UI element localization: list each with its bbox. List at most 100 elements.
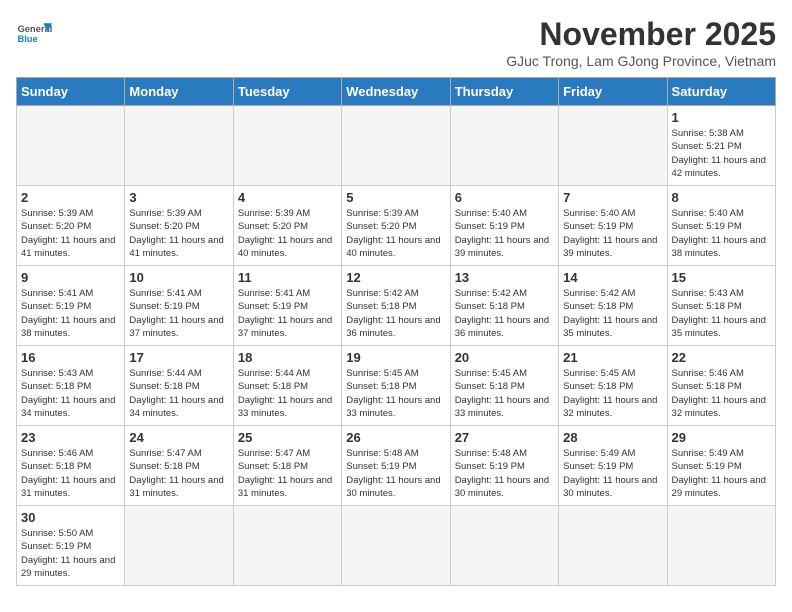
day-cell xyxy=(342,106,450,186)
day-cell: 27 Sunrise: 5:48 AM Sunset: 5:19 PM Dayli… xyxy=(450,426,558,506)
day-cell xyxy=(125,106,233,186)
day-cell: 22Sunrise: 5:46 AM Sunset: 5:18 PM Dayli… xyxy=(667,346,775,426)
day-info: Sunrise: 5:50 AM Sunset: 5:19 PM Dayligh… xyxy=(21,527,120,580)
weekday-header-thursday: Thursday xyxy=(450,78,558,106)
day-info: Sunrise: 5:42 AM Sunset: 5:18 PM Dayligh… xyxy=(563,287,662,340)
day-info: Sunrise: 5:41 AM Sunset: 5:19 PM Dayligh… xyxy=(21,287,120,340)
day-info: Sunrise: 5:45 AM Sunset: 5:18 PM Dayligh… xyxy=(563,367,662,420)
page-header: General Blue November 2025 GJuc Trong, L… xyxy=(16,16,776,69)
day-number: 12 xyxy=(346,270,445,285)
day-cell: 5Sunrise: 5:39 AM Sunset: 5:20 PM Daylig… xyxy=(342,186,450,266)
logo: General Blue xyxy=(16,16,52,52)
day-cell: 9Sunrise: 5:41 AM Sunset: 5:19 PM Daylig… xyxy=(17,266,125,346)
day-cell: 6 Sunrise: 5:40 AM Sunset: 5:19 PM Daylig… xyxy=(450,186,558,266)
title-area: November 2025 GJuc Trong, Lam GJong Prov… xyxy=(506,16,776,69)
day-cell xyxy=(559,106,667,186)
day-info: Sunrise: 5:48 AM Sunset: 5:19 PM Dayligh… xyxy=(455,447,554,500)
day-number: 8 xyxy=(672,190,771,205)
day-cell: 2Sunrise: 5:39 AM Sunset: 5:20 PM Daylig… xyxy=(17,186,125,266)
day-info: Sunrise: 5:46 AM Sunset: 5:18 PM Dayligh… xyxy=(21,447,120,500)
day-number: 27 xyxy=(455,430,554,445)
day-number: 14 xyxy=(563,270,662,285)
day-info: Sunrise: 5:39 AM Sunset: 5:20 PM Dayligh… xyxy=(21,207,120,260)
day-info: Sunrise: 5:39 AM Sunset: 5:20 PM Dayligh… xyxy=(346,207,445,260)
day-cell: 25 Sunrise: 5:47 AM Sunset: 5:18 PM Dayli… xyxy=(233,426,341,506)
day-cell xyxy=(233,506,341,586)
day-cell: 26Sunrise: 5:48 AM Sunset: 5:19 PM Dayli… xyxy=(342,426,450,506)
day-cell: 15Sunrise: 5:43 AM Sunset: 5:18 PM Dayli… xyxy=(667,266,775,346)
day-cell xyxy=(450,506,558,586)
day-info: Sunrise: 5:47 AM Sunset: 5:18 PM Dayligh… xyxy=(238,447,337,500)
day-number: 23 xyxy=(21,430,120,445)
day-info: Sunrise: 5:41 AM Sunset: 5:19 PM Dayligh… xyxy=(238,287,337,340)
day-info: Sunrise: 5:39 AM Sunset: 5:20 PM Dayligh… xyxy=(238,207,337,260)
calendar-table: SundayMondayTuesdayWednesdayThursdayFrid… xyxy=(16,77,776,586)
day-cell xyxy=(17,106,125,186)
day-cell: 24 Sunrise: 5:47 AM Sunset: 5:18 PM Dayli… xyxy=(125,426,233,506)
day-cell: 14 Sunrise: 5:42 AM Sunset: 5:18 PM Dayli… xyxy=(559,266,667,346)
day-cell xyxy=(125,506,233,586)
week-row-3: 9Sunrise: 5:41 AM Sunset: 5:19 PM Daylig… xyxy=(17,266,776,346)
day-number: 30 xyxy=(21,510,120,525)
day-number: 20 xyxy=(455,350,554,365)
day-cell: 28Sunrise: 5:49 AM Sunset: 5:19 PM Dayli… xyxy=(559,426,667,506)
day-cell xyxy=(559,506,667,586)
day-number: 6 xyxy=(455,190,554,205)
day-number: 25 xyxy=(238,430,337,445)
weekday-header-monday: Monday xyxy=(125,78,233,106)
weekday-header-saturday: Saturday xyxy=(667,78,775,106)
day-number: 17 xyxy=(129,350,228,365)
day-number: 19 xyxy=(346,350,445,365)
day-cell xyxy=(667,506,775,586)
day-cell: 19 Sunrise: 5:45 AM Sunset: 5:18 PM Dayli… xyxy=(342,346,450,426)
day-number: 29 xyxy=(672,430,771,445)
week-row-1: 1 Sunrise: 5:38 AM Sunset: 5:21 PM Daylig… xyxy=(17,106,776,186)
day-number: 28 xyxy=(563,430,662,445)
day-info: Sunrise: 5:47 AM Sunset: 5:18 PM Dayligh… xyxy=(129,447,228,500)
day-cell: 12 Sunrise: 5:42 AM Sunset: 5:18 PM Dayli… xyxy=(342,266,450,346)
day-info: Sunrise: 5:46 AM Sunset: 5:18 PM Dayligh… xyxy=(672,367,771,420)
day-cell: 13 Sunrise: 5:42 AM Sunset: 5:18 PM Dayli… xyxy=(450,266,558,346)
day-number: 13 xyxy=(455,270,554,285)
day-number: 11 xyxy=(238,270,337,285)
day-number: 21 xyxy=(563,350,662,365)
day-info: Sunrise: 5:42 AM Sunset: 5:18 PM Dayligh… xyxy=(455,287,554,340)
day-info: Sunrise: 5:43 AM Sunset: 5:18 PM Dayligh… xyxy=(21,367,120,420)
day-number: 10 xyxy=(129,270,228,285)
day-number: 24 xyxy=(129,430,228,445)
day-number: 26 xyxy=(346,430,445,445)
day-info: Sunrise: 5:40 AM Sunset: 5:19 PM Dayligh… xyxy=(672,207,771,260)
month-title: November 2025 xyxy=(506,16,776,53)
day-cell: 30 Sunrise: 5:50 AM Sunset: 5:19 PM Dayli… xyxy=(17,506,125,586)
day-number: 3 xyxy=(129,190,228,205)
day-cell: 11 Sunrise: 5:41 AM Sunset: 5:19 PM Dayli… xyxy=(233,266,341,346)
day-cell: 23 Sunrise: 5:46 AM Sunset: 5:18 PM Dayli… xyxy=(17,426,125,506)
day-cell: 20Sunrise: 5:45 AM Sunset: 5:18 PM Dayli… xyxy=(450,346,558,426)
day-info: Sunrise: 5:44 AM Sunset: 5:18 PM Dayligh… xyxy=(238,367,337,420)
day-info: Sunrise: 5:38 AM Sunset: 5:21 PM Dayligh… xyxy=(672,127,771,180)
day-info: Sunrise: 5:40 AM Sunset: 5:19 PM Dayligh… xyxy=(563,207,662,260)
day-info: Sunrise: 5:49 AM Sunset: 5:19 PM Dayligh… xyxy=(672,447,771,500)
day-cell xyxy=(342,506,450,586)
day-cell: 10 Sunrise: 5:41 AM Sunset: 5:19 PM Dayli… xyxy=(125,266,233,346)
day-info: Sunrise: 5:40 AM Sunset: 5:19 PM Dayligh… xyxy=(455,207,554,260)
week-row-5: 23 Sunrise: 5:46 AM Sunset: 5:18 PM Dayli… xyxy=(17,426,776,506)
day-number: 15 xyxy=(672,270,771,285)
day-number: 16 xyxy=(21,350,120,365)
day-cell: 16 Sunrise: 5:43 AM Sunset: 5:18 PM Dayli… xyxy=(17,346,125,426)
day-cell xyxy=(450,106,558,186)
day-cell: 1 Sunrise: 5:38 AM Sunset: 5:21 PM Daylig… xyxy=(667,106,775,186)
week-row-6: 30 Sunrise: 5:50 AM Sunset: 5:19 PM Dayli… xyxy=(17,506,776,586)
day-cell: 18Sunrise: 5:44 AM Sunset: 5:18 PM Dayli… xyxy=(233,346,341,426)
week-row-2: 2Sunrise: 5:39 AM Sunset: 5:20 PM Daylig… xyxy=(17,186,776,266)
day-info: Sunrise: 5:41 AM Sunset: 5:19 PM Dayligh… xyxy=(129,287,228,340)
day-cell: 7 Sunrise: 5:40 AM Sunset: 5:19 PM Daylig… xyxy=(559,186,667,266)
day-number: 1 xyxy=(672,110,771,125)
weekday-header-row: SundayMondayTuesdayWednesdayThursdayFrid… xyxy=(17,78,776,106)
svg-text:Blue: Blue xyxy=(17,34,37,44)
day-cell xyxy=(233,106,341,186)
day-info: Sunrise: 5:42 AM Sunset: 5:18 PM Dayligh… xyxy=(346,287,445,340)
day-cell: 8 Sunrise: 5:40 AM Sunset: 5:19 PM Daylig… xyxy=(667,186,775,266)
day-info: Sunrise: 5:45 AM Sunset: 5:18 PM Dayligh… xyxy=(346,367,445,420)
day-number: 7 xyxy=(563,190,662,205)
